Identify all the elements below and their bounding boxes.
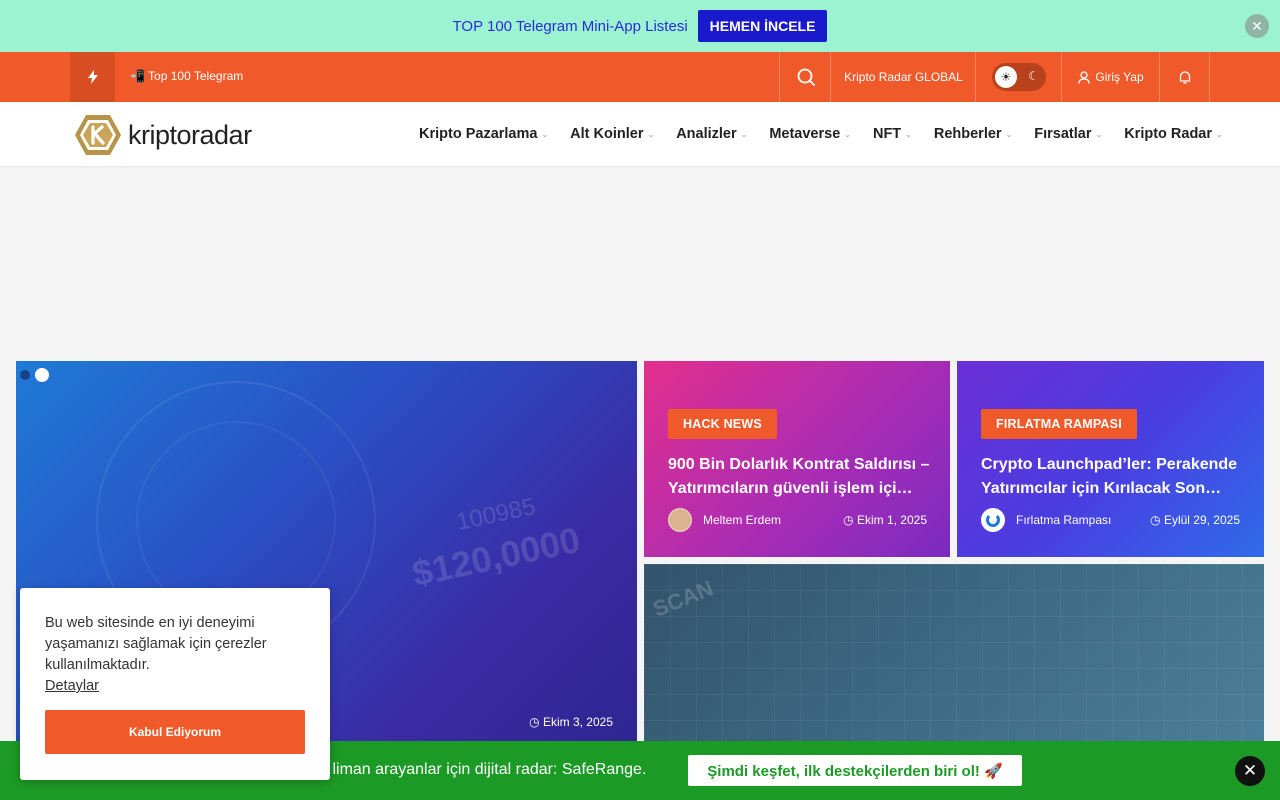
menu-item-label: Fırsatlar [1034,126,1092,142]
main-menu: Kripto Pazarlama ⌄ Alt Koinler ⌄ Analizler… [419,126,1245,142]
cookie-banner: Bu web sitesinde en iyi deneyimi yaşaman… [20,588,330,780]
post-title[interactable]: Crypto Launchpad’ler: Perakende Yatırımc… [981,453,1243,501]
menu-item-label: Kripto Radar [1124,126,1213,142]
author-name[interactable]: Meltem Erdem [703,513,781,527]
clock-icon: ◷ [1150,513,1164,527]
search-button[interactable] [779,52,831,102]
post-meta: Meltem Erdem ◷ Ekim 1, 2025 [668,508,927,532]
slider-dot[interactable] [20,370,30,380]
sun-icon: ☀ [995,66,1017,88]
menu-item-nft[interactable]: NFT ⌄ [873,126,912,142]
login-label: Giriş Yap [1095,70,1144,84]
menu-item-label: Kripto Pazarlama [419,126,538,142]
menu-item-kripto-pazarlama[interactable]: Kripto Pazarlama ⌄ [419,126,548,142]
moon-icon: ☾ [1028,69,1039,83]
post-date: ◷ Ekim 1, 2025 [843,513,927,527]
chevron-down-icon: ⌄ [1095,129,1103,139]
bell-icon [1179,70,1190,84]
main-header: kriptoradar Kripto Pazarlama ⌄ Alt Koinle… [0,102,1280,166]
chevron-down-icon: ⌄ [1216,129,1223,139]
breaking-news-toggle[interactable] [70,52,115,102]
theme-toggle[interactable]: ☀ ☾ [992,63,1046,91]
top-bar: 📲 Top 100 Telegram Kripto Radar GLOBAL ☀… [0,52,1280,102]
chevron-down-icon: ⌄ [541,129,549,139]
chevron-down-icon: ⌄ [740,129,748,139]
bottom-promo-text: nli liman arayanlar için dijital radar: … [312,761,647,778]
category-badge[interactable]: FIRLATMA RAMPASI [981,409,1137,439]
post-card-wide[interactable]: SCAN [644,564,1264,754]
clock-icon: ◷ [843,513,857,527]
circuit-bg-decoration [644,564,1264,754]
slider-dots [20,368,54,382]
post-card-hack-news[interactable]: HACK NEWS 900 Bin Dolarlık Kontrat Saldı… [644,361,950,557]
featured-post-date: ◷ Ekim 3, 2025 [529,715,613,729]
global-site-link[interactable]: Kripto Radar GLOBAL [830,52,976,102]
notifications-button[interactable] [1159,52,1210,102]
promo-close-button[interactable]: ✕ [1245,14,1269,38]
menu-item-label: Rehberler [933,126,1002,142]
post-meta: Fırlatma Rampası ◷ Eylül 29, 2025 [981,508,1240,532]
menu-item-alt-koinler[interactable]: Alt Koinler ⌄ [570,126,654,142]
post-title[interactable]: 900 Bin Dolarlık Kontrat Saldırısı – Yat… [668,453,930,501]
chevron-down-icon: ⌄ [844,129,851,139]
post-card-launchpad[interactable]: FIRLATMA RAMPASI Crypto Launchpad’ler: P… [957,361,1264,557]
promo-text[interactable]: TOP 100 Telegram Mini-App Listesi [453,18,688,35]
menu-item-label: NFT [872,126,902,142]
bottom-promo-button[interactable]: Şimdi keşfet, ilk destekçilerden biri ol… [688,755,1022,786]
menu-item-kripto-radar[interactable]: Kripto Radar ⌄ [1124,126,1223,142]
user-icon [1078,70,1091,84]
logo-text: kriptoradar [128,119,252,150]
promo-bar: TOP 100 Telegram Mini-App Listesi HEMEN … [0,0,1280,52]
chevron-down-icon: ⌄ [905,129,912,139]
site-logo[interactable]: kriptoradar [74,114,252,156]
menu-item-label: Metaverse [769,126,841,142]
logo-mark-icon [75,115,121,155]
category-badge[interactable]: HACK NEWS [668,409,777,439]
cookie-accept-button[interactable]: Kabul Ediyorum [45,710,305,754]
theme-toggle-container: ☀ ☾ [975,52,1062,102]
chevron-down-icon: ⌄ [1005,129,1013,139]
chevron-down-icon: ⌄ [647,129,655,139]
login-button[interactable]: Giriş Yap [1061,52,1160,102]
post-date: ◷ Eylül 29, 2025 [1150,513,1240,527]
menu-item-metaverse[interactable]: Metaverse ⌄ [769,126,851,142]
post-date-text: Eylül 29, 2025 [1163,513,1240,527]
promo-cta-button[interactable]: HEMEN İNCELE [697,10,828,42]
author-avatar[interactable] [668,508,692,532]
bg-price-text: $120,0000 [408,518,584,595]
news-ticker-item[interactable]: 📲 Top 100 Telegram [130,69,243,83]
clock-icon: ◷ [529,715,540,729]
bolt-icon [87,70,98,84]
post-date-text: Ekim 1, 2025 [856,513,927,527]
menu-item-rehberler[interactable]: Rehberler ⌄ [934,126,1012,142]
menu-item-label: Analizler [676,126,737,142]
cookie-message: Bu web sitesinde en iyi deneyimi yaşaman… [45,615,267,673]
cookie-details-link[interactable]: Detaylar [45,678,99,694]
author-avatar[interactable] [981,508,1005,532]
menu-item-label: Alt Koinler [570,126,644,142]
author-name[interactable]: Fırlatma Rampası [1016,513,1111,527]
search-icon [797,68,815,86]
menu-item-analizler[interactable]: Analizler ⌄ [676,126,747,142]
post-date: Ekim 3, 2025 [542,715,613,729]
menu-item-firsatlar[interactable]: Fırsatlar ⌄ [1034,126,1102,142]
close-icon[interactable]: ✕ [1235,756,1265,786]
slider-dot-active[interactable] [35,368,49,382]
